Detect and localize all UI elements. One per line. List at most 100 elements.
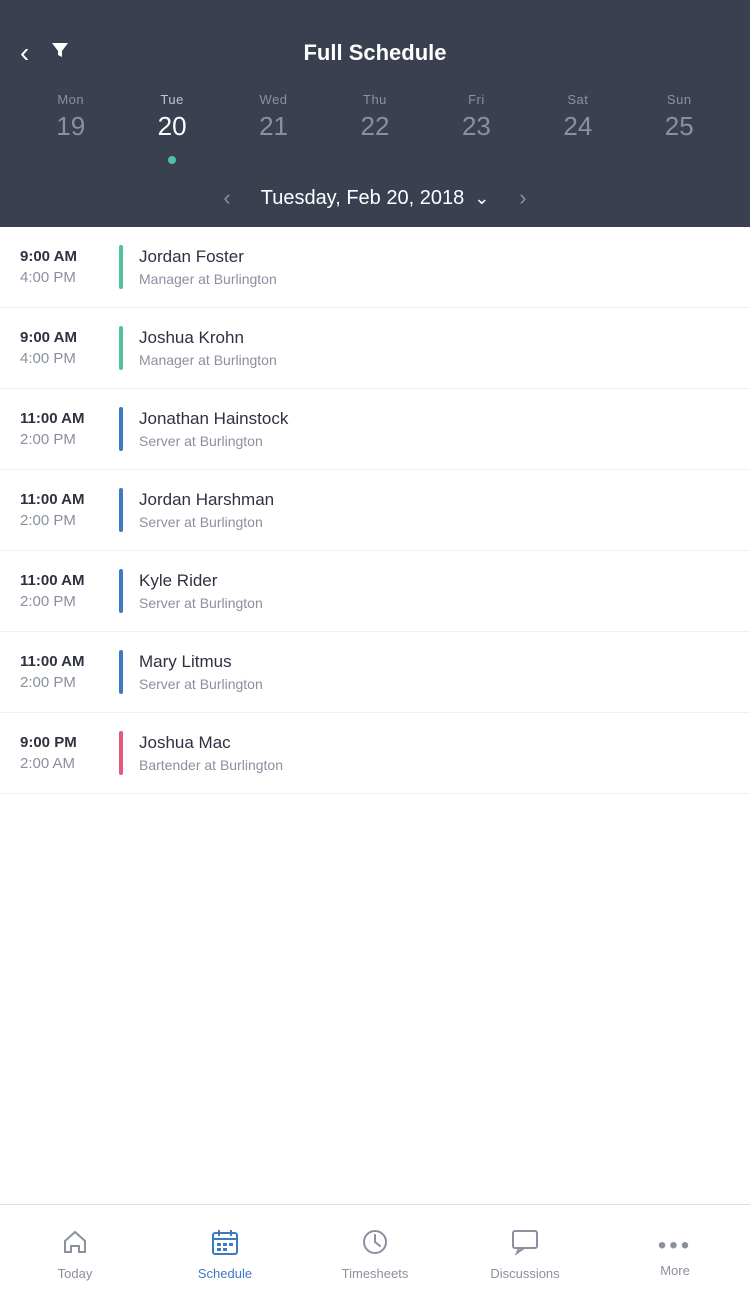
schedule-item[interactable]: 11:00 AM 2:00 PM Kyle Rider Server at Bu… [0,551,750,632]
nav-schedule[interactable]: Schedule [150,1205,300,1294]
dot-cell-5 [527,151,628,161]
person-block: Joshua Krohn Manager at Burlington [139,326,277,370]
dot-cell-0 [20,151,121,161]
person-name: Jonathan Hainstock [139,409,288,429]
schedule-item[interactable]: 9:00 AM 4:00 PM Joshua Krohn Manager at … [0,308,750,389]
person-name: Joshua Krohn [139,328,277,348]
nav-timesheets-label: Timesheets [342,1266,409,1281]
dot-cell-3 [324,151,425,161]
person-block: Jordan Harshman Server at Burlington [139,488,274,532]
person-name: Kyle Rider [139,571,263,591]
shift-color-bar [119,326,123,370]
schedule-item[interactable]: 9:00 PM 2:00 AM Joshua Mac Bartender at … [0,713,750,794]
nav-schedule-label: Schedule [198,1266,252,1281]
time-block: 9:00 AM 4:00 PM [20,245,115,289]
nav-discussions-label: Discussions [490,1266,559,1281]
nav-more[interactable]: ••• More [600,1205,750,1294]
dot-cell-6 [629,151,730,161]
person-role: Bartender at Burlington [139,757,283,773]
more-icon: ••• [658,1230,692,1258]
nav-today-label: Today [58,1266,93,1281]
time-start: 11:00 AM [20,410,115,427]
day-col-sun[interactable]: Sun 25 [629,92,730,147]
nav-today[interactable]: Today [0,1205,150,1294]
active-dot [168,156,176,164]
dot-cell-2 [223,151,324,161]
time-end: 2:00 AM [20,755,115,772]
time-end: 2:00 PM [20,674,115,691]
time-end: 2:00 PM [20,512,115,529]
time-start: 9:00 PM [20,734,115,751]
calendar-icon [210,1227,240,1261]
time-start: 11:00 AM [20,572,115,589]
person-block: Kyle Rider Server at Burlington [139,569,263,613]
person-name: Joshua Mac [139,733,283,753]
nav-discussions[interactable]: Discussions [450,1205,600,1294]
next-date-button[interactable]: › [509,185,536,211]
header-top: ‹ Full Schedule [20,40,730,82]
person-role: Server at Burlington [139,676,263,692]
bottom-nav: Today Schedule Tim [0,1204,750,1294]
prev-date-button[interactable]: ‹ [213,185,240,211]
person-role: Manager at Burlington [139,352,277,368]
person-name: Mary Litmus [139,652,263,672]
day-col-wed[interactable]: Wed 21 [223,92,324,147]
person-block: Mary Litmus Server at Burlington [139,650,263,694]
time-end: 2:00 PM [20,431,115,448]
shift-color-bar [119,245,123,289]
shift-color-bar [119,407,123,451]
time-block: 9:00 AM 4:00 PM [20,326,115,370]
shift-color-bar [119,569,123,613]
time-end: 4:00 PM [20,350,115,367]
page-title: Full Schedule [303,40,446,66]
day-col-sat[interactable]: Sat 24 [527,92,628,147]
day-col-tue[interactable]: Tue 20 [121,92,222,147]
clock-icon [360,1227,390,1261]
time-block: 11:00 AM 2:00 PM [20,569,115,613]
dot-cell-4 [426,151,527,161]
date-dropdown-icon[interactable]: ⌄ [474,188,489,209]
schedule-item[interactable]: 9:00 AM 4:00 PM Jordan Foster Manager at… [0,227,750,308]
person-block: Jordan Foster Manager at Burlington [139,245,277,289]
time-end: 2:00 PM [20,593,115,610]
time-block: 9:00 PM 2:00 AM [20,731,115,775]
person-role: Server at Burlington [139,595,263,611]
nav-more-label: More [660,1263,690,1278]
dot-cell-1 [121,151,222,161]
filter-button[interactable] [49,39,71,67]
schedule-item[interactable]: 11:00 AM 2:00 PM Jordan Harshman Server … [0,470,750,551]
day-col-fri[interactable]: Fri 23 [426,92,527,147]
chat-icon [510,1227,540,1261]
nav-timesheets[interactable]: Timesheets [300,1205,450,1294]
date-nav: ‹ Tuesday, Feb 20, 2018 ⌄ › [20,171,730,227]
time-block: 11:00 AM 2:00 PM [20,407,115,451]
selected-date-label: Tuesday, Feb 20, 2018 ⌄ [261,187,490,210]
person-role: Server at Burlington [139,514,274,530]
back-button[interactable]: ‹ [20,39,29,67]
person-name: Jordan Harshman [139,490,274,510]
header: ‹ Full Schedule Mon 19 Tue 20 Wed 21 Thu… [0,0,750,227]
schedule-list: 9:00 AM 4:00 PM Jordan Foster Manager at… [0,227,750,794]
time-start: 9:00 AM [20,329,115,346]
person-block: Joshua Mac Bartender at Burlington [139,731,283,775]
time-start: 9:00 AM [20,248,115,265]
person-role: Manager at Burlington [139,271,277,287]
time-start: 11:00 AM [20,653,115,670]
person-block: Jonathan Hainstock Server at Burlington [139,407,288,451]
shift-color-bar [119,488,123,532]
person-name: Jordan Foster [139,247,277,267]
time-end: 4:00 PM [20,269,115,286]
time-block: 11:00 AM 2:00 PM [20,488,115,532]
home-icon [60,1227,90,1261]
day-picker: Mon 19 Tue 20 Wed 21 Thu 22 Fri 23 Sat 2… [20,82,730,147]
time-block: 11:00 AM 2:00 PM [20,650,115,694]
person-role: Server at Burlington [139,433,288,449]
shift-color-bar [119,731,123,775]
day-dot-row [20,147,730,171]
schedule-item[interactable]: 11:00 AM 2:00 PM Jonathan Hainstock Serv… [0,389,750,470]
header-controls: ‹ [20,39,71,67]
day-col-thu[interactable]: Thu 22 [324,92,425,147]
day-col-mon[interactable]: Mon 19 [20,92,121,147]
schedule-item[interactable]: 11:00 AM 2:00 PM Mary Litmus Server at B… [0,632,750,713]
time-start: 11:00 AM [20,491,115,508]
